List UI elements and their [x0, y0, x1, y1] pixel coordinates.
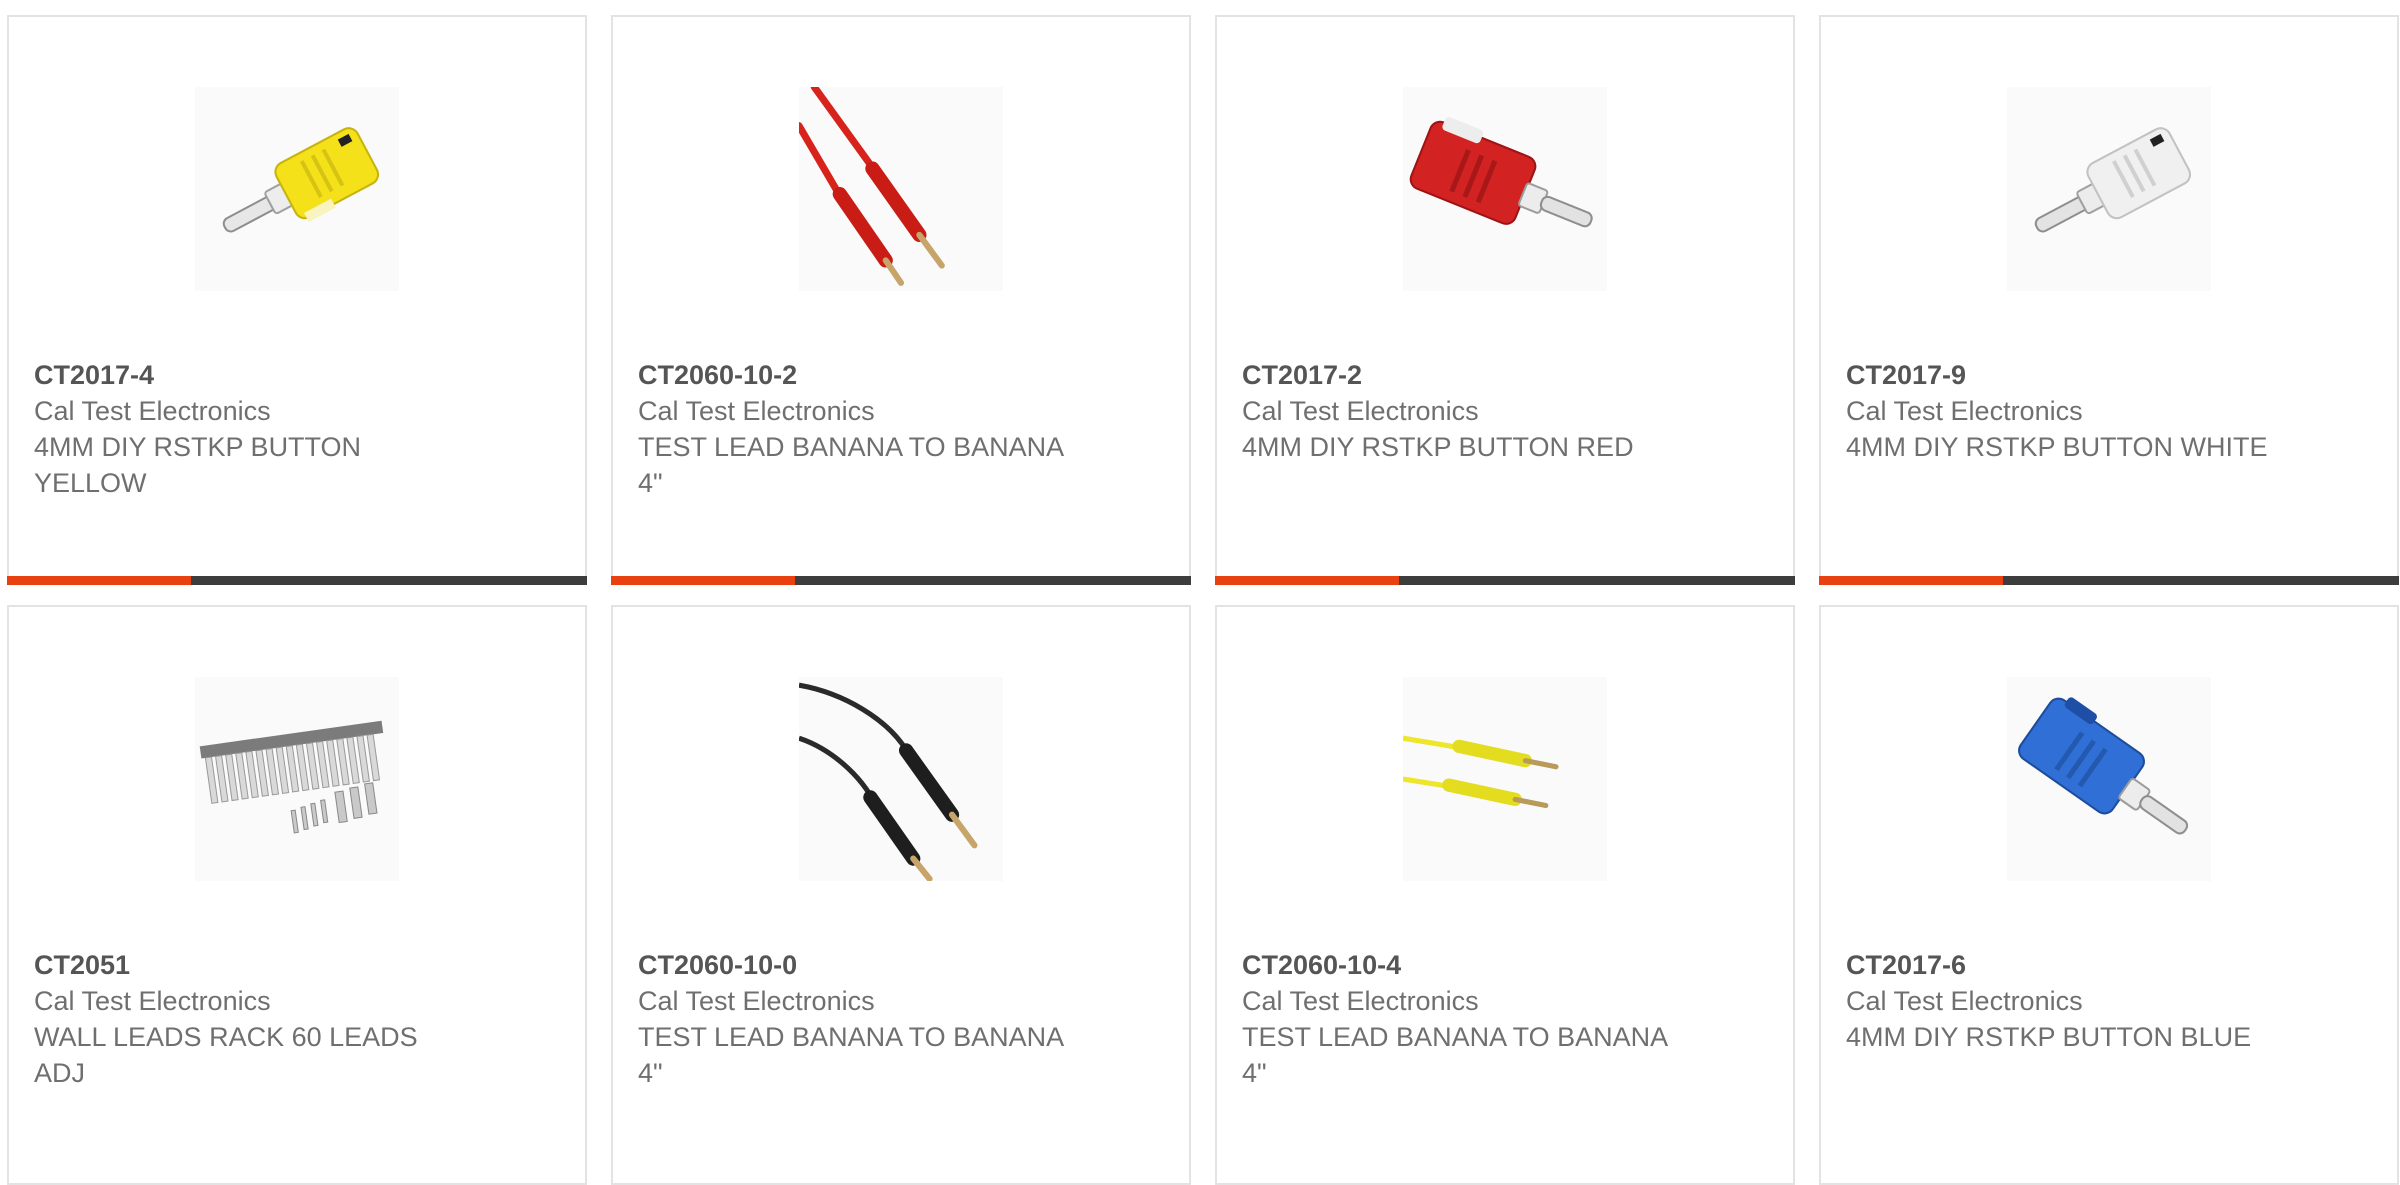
product-manufacturer: Cal Test Electronics	[1242, 986, 1479, 1016]
product-description: 4MM DIY RSTKP BUTTON RED	[1242, 432, 1634, 462]
product-description: 4MM DIY RSTKP BUTTON YELLOW	[34, 432, 362, 498]
product-manufacturer: Cal Test Electronics	[34, 986, 271, 1016]
product-description: TEST LEAD BANANA TO BANANA 4"	[638, 432, 1063, 498]
card-accent-bar	[1215, 576, 1795, 585]
product-info: CT2060-10-4 Cal Test Electronics TEST LE…	[1242, 947, 1682, 1091]
product-sku-link[interactable]: CT2017-4	[34, 357, 474, 393]
product-sku-link[interactable]: CT2017-2	[1242, 357, 1682, 393]
yellow-banana-plug-icon[interactable]	[195, 87, 399, 291]
product-sku-link[interactable]: CT2060-10-2	[638, 357, 1078, 393]
product-manufacturer: Cal Test Electronics	[638, 396, 875, 426]
product-description: TEST LEAD BANANA TO BANANA 4"	[638, 1022, 1063, 1088]
card-accent-bar	[611, 576, 1191, 585]
product-sku-link[interactable]: CT2017-9	[1846, 357, 2286, 393]
product-description: WALL LEADS RACK 60 LEADS ADJ	[34, 1022, 418, 1088]
product-info: CT2017-2 Cal Test Electronics 4MM DIY RS…	[1242, 357, 1682, 465]
card-accent-bar	[1819, 576, 2399, 585]
product-card[interactable]: CT2060-10-4 Cal Test Electronics TEST LE…	[1215, 605, 1795, 1185]
product-description: TEST LEAD BANANA TO BANANA 4"	[1242, 1022, 1667, 1088]
product-card[interactable]: CT2060-10-0 Cal Test Electronics TEST LE…	[611, 605, 1191, 1185]
product-manufacturer: Cal Test Electronics	[1242, 396, 1479, 426]
product-description: 4MM DIY RSTKP BUTTON BLUE	[1846, 1022, 2252, 1052]
product-manufacturer: Cal Test Electronics	[34, 396, 271, 426]
product-grid: CT2017-4 Cal Test Electronics 4MM DIY RS…	[0, 0, 2400, 1185]
product-card[interactable]: CT2017-6 Cal Test Electronics 4MM DIY RS…	[1819, 605, 2399, 1185]
product-card[interactable]: CT2017-4 Cal Test Electronics 4MM DIY RS…	[7, 15, 587, 585]
product-info: CT2017-4 Cal Test Electronics 4MM DIY RS…	[34, 357, 474, 501]
product-sku-link[interactable]: CT2060-10-4	[1242, 947, 1682, 983]
yellow-test-lead-icon[interactable]	[1403, 677, 1607, 881]
product-card[interactable]: CT2060-10-2 Cal Test Electronics TEST LE…	[611, 15, 1191, 585]
lead-rack-icon[interactable]	[195, 677, 399, 881]
red-banana-plug-icon[interactable]	[1403, 87, 1607, 291]
product-info: CT2017-6 Cal Test Electronics 4MM DIY RS…	[1846, 947, 2286, 1055]
product-info: CT2017-9 Cal Test Electronics 4MM DIY RS…	[1846, 357, 2286, 465]
card-accent-bar	[7, 576, 587, 585]
white-banana-plug-icon[interactable]	[2007, 87, 2211, 291]
product-description: 4MM DIY RSTKP BUTTON WHITE	[1846, 432, 2268, 462]
product-card[interactable]: CT2017-2 Cal Test Electronics 4MM DIY RS…	[1215, 15, 1795, 585]
product-manufacturer: Cal Test Electronics	[1846, 396, 2083, 426]
black-test-lead-icon[interactable]	[799, 677, 1003, 881]
blue-banana-plug-icon[interactable]	[2007, 677, 2211, 881]
product-card[interactable]: CT2017-9 Cal Test Electronics 4MM DIY RS…	[1819, 15, 2399, 585]
product-info: CT2051 Cal Test Electronics WALL LEADS R…	[34, 947, 474, 1091]
red-test-lead-icon[interactable]	[799, 87, 1003, 291]
product-info: CT2060-10-0 Cal Test Electronics TEST LE…	[638, 947, 1078, 1091]
product-info: CT2060-10-2 Cal Test Electronics TEST LE…	[638, 357, 1078, 501]
product-manufacturer: Cal Test Electronics	[1846, 986, 2083, 1016]
product-manufacturer: Cal Test Electronics	[638, 986, 875, 1016]
product-card[interactable]: CT2051 Cal Test Electronics WALL LEADS R…	[7, 605, 587, 1185]
product-sku-link[interactable]: CT2017-6	[1846, 947, 2286, 983]
product-sku-link[interactable]: CT2051	[34, 947, 474, 983]
product-sku-link[interactable]: CT2060-10-0	[638, 947, 1078, 983]
